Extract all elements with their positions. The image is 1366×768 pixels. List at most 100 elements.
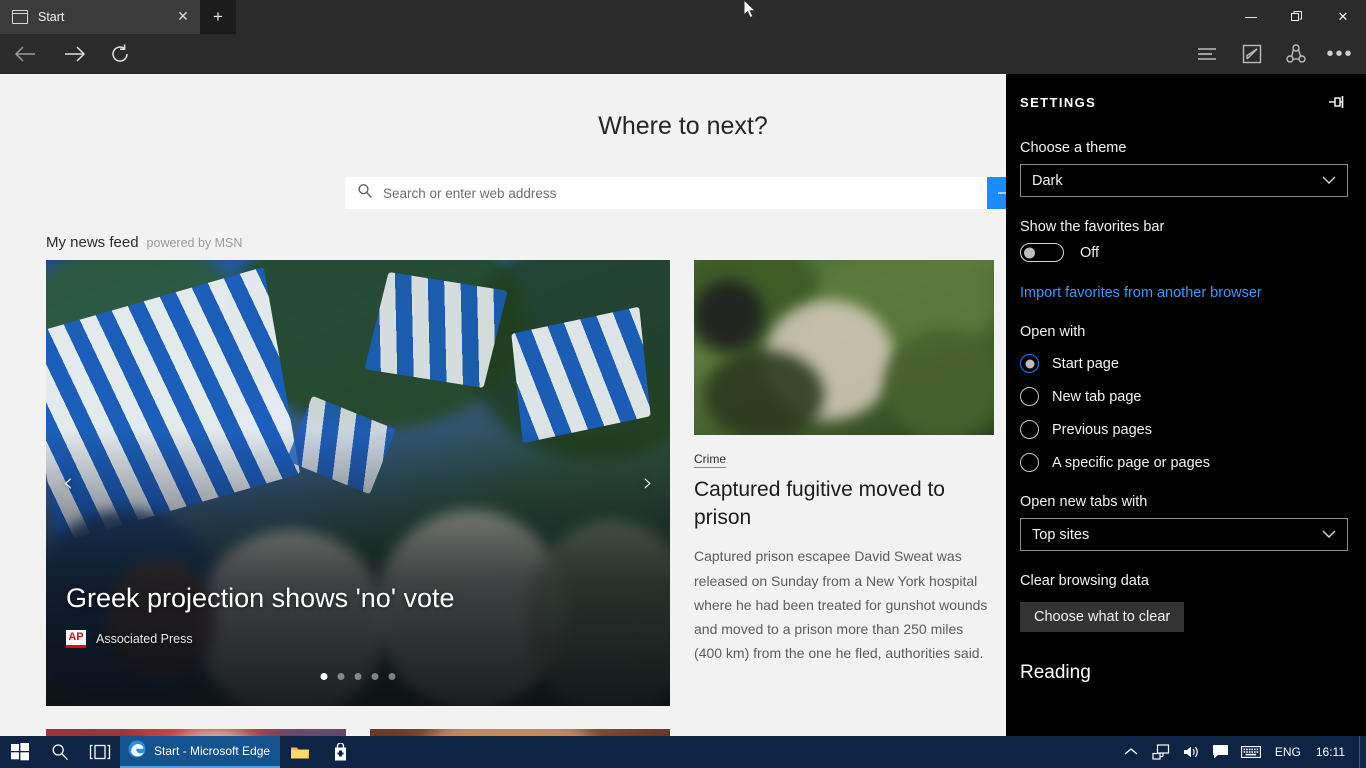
search-input[interactable] [383,178,987,208]
news-article-card[interactable]: Crime Captured fugitive moved to prison … [694,260,994,706]
page-title: Where to next? [598,112,768,140]
radio-previous-pages[interactable] [1020,420,1039,439]
forward-arrow-icon[interactable] [50,34,98,74]
show-desktop-button[interactable] [1359,736,1366,768]
news-card-thumbnail[interactable] [46,729,346,736]
windows-taskbar: Start - Microsoft Edge ENG 16:11 [0,736,1366,768]
settings-body: Choose a theme Dark Show the favorites b… [1006,114,1366,684]
favorites-bar-setting: Show the favorites bar Off [1020,219,1352,262]
volume-icon[interactable] [1176,736,1206,768]
chevron-right-icon[interactable]: › [628,457,668,509]
news-card-thumbnail[interactable] [370,729,670,736]
minimize-button[interactable]: — [1228,0,1274,34]
radio-start-page[interactable] [1020,354,1039,373]
news-hero-card[interactable]: ‹ › Greek projection shows 'no' vote AP … [46,260,670,706]
reading-view-icon[interactable] [1184,34,1232,74]
carousel-dots[interactable] [320,673,396,680]
choose-what-to-clear-button[interactable]: Choose what to clear [1020,602,1185,632]
favorites-bar-toggle[interactable] [1020,243,1064,262]
open-with-setting: Open with Start page New tab page Previo… [1020,324,1352,472]
clear-browsing-data-setting: Clear browsing data Choose what to clear [1020,573,1352,632]
hero-source: AP Associated Press [66,630,193,648]
chevron-down-icon [1322,173,1336,189]
carousel-dot[interactable] [320,673,328,680]
language-indicator[interactable]: ENG [1266,745,1310,759]
settings-pane: SETTINGS Choose a theme Dark Show the fa… [1006,74,1366,736]
toggle-knob [1024,247,1035,258]
action-center-icon[interactable] [1206,736,1236,768]
window-controls: — ✕ [1228,0,1366,34]
window-icon [12,10,28,24]
favorites-bar-label: Show the favorites bar [1020,219,1165,235]
theme-dropdown[interactable]: Dark [1020,164,1348,197]
new-tabs-dropdown[interactable]: Top sites [1020,518,1348,551]
more-dots: ••• [1326,43,1354,65]
keyboard-icon[interactable] [1236,736,1266,768]
restore-button[interactable] [1274,0,1320,34]
theme-label: Choose a theme [1020,140,1127,156]
windows-start-icon[interactable] [0,736,40,768]
news-feed-header: My news feed powered by MSN [46,234,242,251]
chevron-up-icon[interactable] [1116,736,1146,768]
hero-gradient-overlay [46,429,670,706]
radio-new-tab-page[interactable] [1020,387,1039,406]
radio-specific-pages[interactable] [1020,453,1039,472]
chevron-left-icon[interactable]: ‹ [48,457,88,509]
radio-label: Start page [1052,355,1119,372]
close-window-button[interactable]: ✕ [1320,0,1366,34]
theme-setting: Choose a theme Dark [1020,140,1352,197]
pin-icon[interactable] [1324,90,1352,114]
article-category[interactable]: Crime [694,452,726,468]
hero-headline: Greek projection shows 'no' vote [66,583,455,613]
carousel-dot[interactable] [337,673,345,680]
mouse-cursor [743,0,758,25]
radio-label: A specific page or pages [1052,454,1210,471]
ap-logo: AP [66,630,86,648]
share-icon[interactable] [1272,34,1320,74]
back-arrow-icon[interactable] [2,34,50,74]
open-with-option-previous-pages[interactable]: Previous pages [1020,420,1352,439]
settings-header: SETTINGS [1006,74,1366,114]
chevron-down-icon [1322,527,1336,543]
clear-browsing-label: Clear browsing data [1020,573,1149,589]
favorites-bar-toggle-row: Off [1020,243,1352,262]
taskbar-search-icon[interactable] [40,736,80,768]
store-icon[interactable] [320,736,360,768]
carousel-dot[interactable] [388,673,396,680]
hero-source-name: Associated Press [96,632,193,646]
go-arrow-icon[interactable] [987,177,1006,209]
edge-icon [128,740,146,763]
article-title[interactable]: Captured fugitive moved to prison [694,476,994,531]
taskbar-item-edge[interactable]: Start - Microsoft Edge [120,736,280,768]
edge-browser-window: Start ✕ + — ✕ ••• Where to next? Search … [0,0,1366,736]
search-icon [357,183,373,204]
taskbar-clock[interactable]: 16:11 [1310,745,1359,759]
open-with-option-new-tab-page[interactable]: New tab page [1020,387,1352,406]
new-tabs-value: Top sites [1032,526,1090,543]
feed-subtitle: powered by MSN [146,236,243,250]
reload-icon[interactable] [96,34,144,74]
system-tray: ENG 16:11 [1116,736,1366,768]
favorites-bar-state: Off [1080,244,1100,261]
address-search-bar[interactable] [345,177,1006,209]
more-options-button[interactable]: ••• [1316,34,1364,74]
add-note-icon[interactable] [1228,34,1276,74]
file-explorer-icon[interactable] [280,736,320,768]
carousel-dot[interactable] [354,673,362,680]
reading-section-heading: Reading [1020,662,1091,683]
import-favorites-link[interactable]: Import favorites from another browser [1020,285,1262,301]
open-with-option-start-page[interactable]: Start page [1020,354,1352,373]
theme-value: Dark [1032,172,1063,189]
feed-title: My news feed [46,234,139,251]
close-icon[interactable]: ✕ [166,0,200,34]
task-view-icon[interactable] [80,736,120,768]
new-tab-button[interactable]: + [200,0,236,34]
browser-tab-start[interactable]: Start ✕ [0,0,200,34]
article-image [694,260,994,435]
open-with-option-specific-pages[interactable]: A specific page or pages [1020,453,1352,472]
carousel-dot[interactable] [371,673,379,680]
network-icon[interactable] [1146,736,1176,768]
article-body: Captured prison escapee David Sweat was … [694,548,988,661]
tab-title: Start [38,10,65,24]
taskbar-edge-label: Start - Microsoft Edge [154,744,271,758]
